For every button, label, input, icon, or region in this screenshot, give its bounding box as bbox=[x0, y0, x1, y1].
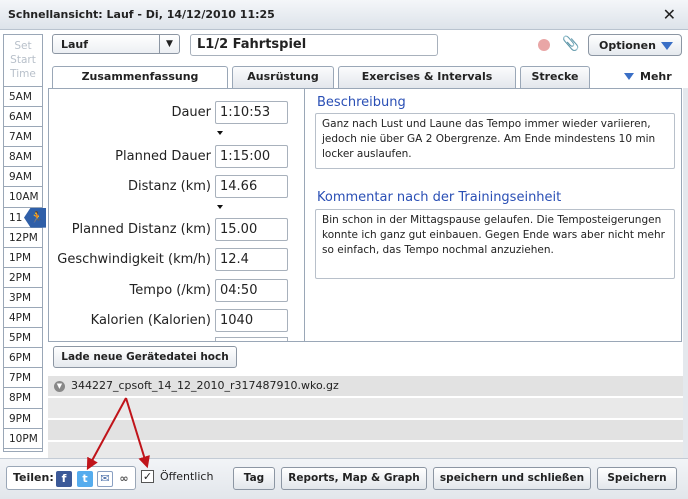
window-title: Schnellansicht: Lauf - Di, 14/12/2010 11… bbox=[8, 8, 275, 21]
set-start-time[interactable]: Set Start Time bbox=[4, 35, 42, 87]
hour-slot[interactable]: 9AM bbox=[4, 167, 42, 188]
hour-slot-current[interactable]: 11 🏃 bbox=[4, 207, 46, 228]
hour-slot[interactable]: 1PM bbox=[4, 248, 42, 268]
workout-toolbar: Lauf ▼ L1/2 Fahrtspiel 📎 Optionen bbox=[48, 34, 684, 60]
title-bar: Schnellansicht: Lauf - Di, 14/12/2010 11… bbox=[0, 0, 688, 30]
hour-slot[interactable]: 10PM bbox=[4, 429, 42, 449]
collapse-icon[interactable]: ▼ bbox=[54, 380, 65, 392]
more-tabs-button[interactable]: Mehr bbox=[624, 70, 672, 83]
reports-map-graph-button[interactable]: Reports, Map & Graph bbox=[281, 467, 427, 490]
description-textarea[interactable]: Ganz nach Lust und Laune das Tempo immer… bbox=[315, 113, 675, 169]
comment-textarea[interactable]: Bin schon in der Mittagspause gelaufen. … bbox=[315, 209, 675, 279]
tab-bar: Zusammenfassung Ausrüstung Exercises & I… bbox=[48, 66, 684, 89]
field-planned-distance: Planned Distanz (km) 15.00 bbox=[49, 218, 305, 242]
email-icon[interactable]: ✉ bbox=[97, 471, 113, 487]
field-distance: Distanz (km) 14.66 bbox=[49, 175, 305, 199]
hour-slot[interactable]: 6PM bbox=[4, 348, 42, 369]
facebook-icon[interactable]: f bbox=[56, 471, 72, 487]
hour-slot[interactable]: 3PM bbox=[4, 288, 42, 309]
save-and-close-button[interactable]: speichern und schließen bbox=[433, 467, 591, 490]
metrics-pane: Dauer 1:10:53 Planned Dauer 1:15:00 Dist… bbox=[49, 89, 305, 341]
list-item[interactable]: ▼ 344227_cpsoft_14_12_2010_r317487910.wko… bbox=[48, 376, 683, 398]
triangle-down-icon bbox=[624, 73, 634, 80]
public-checkbox[interactable]: ✓ bbox=[141, 470, 154, 483]
duration-input[interactable]: 1:10:53 bbox=[215, 101, 288, 124]
vertical-scrollbar[interactable] bbox=[683, 88, 688, 464]
link-icon[interactable]: ∞ bbox=[116, 471, 132, 487]
tab-exercises-intervals[interactable]: Exercises & Intervals bbox=[338, 66, 516, 88]
distance-input[interactable]: 14.66 bbox=[215, 175, 288, 198]
calories-input[interactable]: 1040 bbox=[215, 309, 288, 332]
chevron-down-icon: ▼ bbox=[159, 35, 179, 53]
hour-slot[interactable]: 10AM bbox=[4, 187, 42, 208]
hour-slot[interactable]: 5AM bbox=[4, 87, 42, 108]
hour-slot[interactable]: 6AM bbox=[4, 107, 42, 128]
summary-panel: Dauer 1:10:53 Planned Dauer 1:15:00 Dist… bbox=[48, 88, 682, 342]
hour-slot[interactable]: 8AM bbox=[4, 147, 42, 168]
expand-caret-icon[interactable] bbox=[217, 131, 223, 135]
field-speed: Geschwindigkeit (km/h) 12.4 bbox=[49, 248, 305, 272]
hour-list: 5AM 6AM 7AM 8AM 9AM 10AM 11 🏃 12PM 1PM 2P… bbox=[4, 87, 46, 449]
planned-duration-input[interactable]: 1:15:00 bbox=[215, 145, 288, 168]
triangle-down-icon bbox=[661, 42, 673, 50]
upload-device-file-button[interactable]: Lade neue Gerätedatei hoch bbox=[53, 346, 237, 368]
hour-slot[interactable]: 7PM bbox=[4, 368, 42, 389]
footer-bar: Teilen: f t ✉ ∞ ✓ Öffentlich Tag Reports… bbox=[0, 458, 688, 499]
tab-route[interactable]: Strecke bbox=[520, 66, 590, 88]
empty-row bbox=[48, 398, 683, 420]
notes-pane: Beschreibung Ganz nach Lust und Laune da… bbox=[311, 89, 679, 341]
hour-slot[interactable]: 9PM bbox=[4, 409, 42, 429]
hour-slot[interactable]: 2PM bbox=[4, 268, 42, 288]
field-planned-duration: Planned Dauer 1:15:00 bbox=[49, 145, 305, 169]
device-file-list: ▼ 344227_cpsoft_14_12_2010_r317487910.wko… bbox=[48, 376, 683, 464]
field-duration: Dauer 1:10:53 bbox=[49, 101, 305, 125]
hour-slot[interactable]: 5PM bbox=[4, 328, 42, 349]
tag-button[interactable]: Tag bbox=[233, 467, 275, 490]
time-column: Set Start Time 5AM 6AM 7AM 8AM 9AM 10AM … bbox=[3, 34, 46, 452]
public-label: Öffentlich bbox=[160, 470, 214, 483]
sport-select[interactable]: Lauf ▼ bbox=[52, 34, 180, 54]
share-box: Teilen: f t ✉ ∞ bbox=[6, 466, 136, 490]
field-calories: Kalorien (Kalorien) 1040 bbox=[49, 309, 305, 333]
hour-slot[interactable]: 4PM bbox=[4, 308, 42, 329]
close-icon[interactable]: ✕ bbox=[663, 5, 676, 24]
save-button[interactable]: Speichern bbox=[597, 467, 677, 490]
description-heading: Beschreibung bbox=[317, 95, 406, 110]
status-dot-icon bbox=[538, 39, 550, 51]
speed-input[interactable]: 12.4 bbox=[215, 248, 288, 271]
hour-slot[interactable]: 12PM bbox=[4, 228, 42, 248]
next-field-input[interactable] bbox=[215, 337, 288, 341]
runner-icon: 🏃 bbox=[24, 207, 46, 228]
twitter-icon[interactable]: t bbox=[77, 471, 93, 487]
comment-heading: Kommentar nach der Trainingseinheit bbox=[317, 190, 562, 205]
hour-slot[interactable]: 8PM bbox=[4, 388, 42, 409]
planned-distance-input[interactable]: 15.00 bbox=[215, 218, 288, 241]
tab-summary[interactable]: Zusammenfassung bbox=[52, 66, 228, 89]
field-pace: Tempo (/km) 04:50 bbox=[49, 279, 305, 303]
workout-title-input[interactable]: L1/2 Fahrtspiel bbox=[190, 34, 438, 56]
tab-equipment[interactable]: Ausrüstung bbox=[232, 66, 334, 88]
expand-caret-icon[interactable] bbox=[217, 205, 223, 209]
attachment-icon[interactable]: 📎 bbox=[562, 36, 579, 52]
options-button[interactable]: Optionen bbox=[588, 34, 682, 56]
empty-row bbox=[48, 420, 683, 442]
pace-input[interactable]: 04:50 bbox=[215, 279, 288, 302]
hour-slot[interactable]: 7AM bbox=[4, 127, 42, 148]
